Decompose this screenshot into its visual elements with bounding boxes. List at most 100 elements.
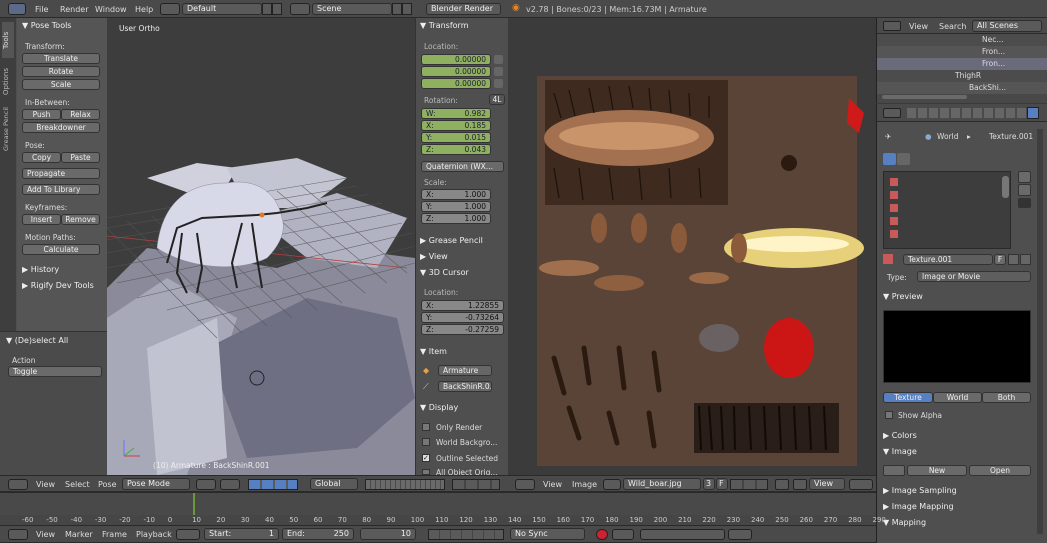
- outliner-row[interactable]: Nec...: [877, 34, 1047, 46]
- menu-window[interactable]: Window: [95, 5, 127, 14]
- menu-help[interactable]: Help: [135, 5, 153, 14]
- grease-pencil-panel[interactable]: ▶ Grease Pencil: [420, 236, 483, 245]
- rotation-mode-dropdown[interactable]: Quaternion (WX...: [421, 161, 504, 172]
- scale-button[interactable]: Scale: [22, 79, 100, 90]
- transform-orientation-dropdown[interactable]: Global: [310, 478, 358, 490]
- timeline-area[interactable]: [0, 493, 876, 515]
- paste-pose-button[interactable]: Paste: [61, 152, 100, 163]
- editor-type-icon[interactable]: [8, 3, 26, 15]
- 3d-select-menu[interactable]: Select: [65, 480, 90, 489]
- scale-y-field[interactable]: Y: 1.000: [421, 201, 491, 212]
- timeline-view-menu[interactable]: View: [36, 530, 55, 539]
- rigify-panel[interactable]: ▶ Rigify Dev Tools: [22, 281, 94, 290]
- outliner-scrollbar[interactable]: [882, 95, 967, 99]
- layer-buttons[interactable]: [365, 479, 445, 490]
- preview-panel[interactable]: ▼ Preview: [883, 292, 923, 301]
- start-frame-field[interactable]: Start: 1: [204, 528, 279, 540]
- slot-menu-icon[interactable]: [1018, 198, 1031, 208]
- transform-panel-header[interactable]: ▼ Transform: [420, 21, 469, 30]
- open-image-button[interactable]: Open: [969, 465, 1031, 476]
- keying-set-field[interactable]: [640, 529, 725, 540]
- menu-file[interactable]: File: [35, 5, 48, 14]
- preview-tab-both[interactable]: Both: [982, 392, 1031, 403]
- world-background-checkbox[interactable]: [422, 438, 430, 446]
- copy-pose-button[interactable]: Copy: [22, 152, 61, 163]
- texture-name-field[interactable]: Texture.001: [903, 254, 993, 265]
- image-sampling-panel[interactable]: ▶ Image Sampling: [883, 486, 957, 495]
- remove-keyframe-button[interactable]: Remove: [61, 214, 100, 225]
- 3d-viewport[interactable]: User Ortho (10) Armature : BackShinR.001: [107, 18, 415, 475]
- outliner-search-menu[interactable]: Search: [939, 22, 966, 31]
- loc-z-field[interactable]: 0.00000: [421, 78, 491, 89]
- unlink-texture-icon[interactable]: [1020, 254, 1031, 265]
- tab-options[interactable]: Options: [2, 62, 14, 100]
- tab-grease-pencil[interactable]: Grease Pencil: [2, 104, 14, 154]
- timeline-marker-menu[interactable]: Marker: [65, 530, 93, 539]
- properties-editor-icon[interactable]: [883, 108, 901, 118]
- other-texture-type-icon[interactable]: [897, 153, 910, 165]
- insert-key-icons[interactable]: [728, 529, 752, 540]
- layout-remove-icon[interactable]: [272, 3, 282, 15]
- image-view-menu[interactable]: View: [543, 480, 562, 489]
- preview-range-icon[interactable]: [176, 529, 200, 540]
- shading-icon[interactable]: [196, 479, 216, 490]
- fake-user-button[interactable]: F: [994, 254, 1006, 265]
- slot-up-icon[interactable]: [1018, 171, 1031, 183]
- propagate-button[interactable]: Propagate: [22, 168, 100, 179]
- playback-controls[interactable]: [428, 529, 504, 540]
- lock-loc-y-icon[interactable]: [494, 67, 503, 76]
- rot-x-field[interactable]: X: 0.185: [421, 120, 491, 131]
- action-dropdown[interactable]: Toggle: [8, 366, 102, 377]
- scene-remove-icon[interactable]: [402, 3, 412, 15]
- show-alpha-checkbox[interactable]: [885, 411, 893, 419]
- new-texture-icon[interactable]: [1008, 254, 1019, 265]
- channels-icon[interactable]: [849, 479, 873, 490]
- tab-tools[interactable]: Tools: [2, 22, 14, 58]
- cursor-z-field[interactable]: Z: -0.27259: [421, 324, 504, 335]
- push-button[interactable]: Push: [22, 109, 61, 120]
- timeline-editor-type-icon[interactable]: [8, 529, 28, 540]
- colors-panel[interactable]: ▶ Colors: [883, 431, 917, 440]
- scene-icon[interactable]: [290, 3, 310, 15]
- operator-title[interactable]: ▼ (De)select All: [6, 336, 68, 345]
- record-icon[interactable]: [596, 529, 608, 540]
- texture-slot-list[interactable]: [883, 171, 1011, 249]
- snap-icons[interactable]: [452, 479, 500, 490]
- relax-button[interactable]: Relax: [61, 109, 100, 120]
- calculate-button[interactable]: Calculate: [22, 244, 100, 255]
- layout-add-icon[interactable]: [262, 3, 272, 15]
- loc-x-field[interactable]: 0.00000: [421, 54, 491, 65]
- only-render-checkbox[interactable]: [422, 423, 430, 431]
- add-to-library-button[interactable]: Add To Library: [22, 184, 100, 195]
- scene-selector[interactable]: Scene: [312, 3, 392, 15]
- outliner-row[interactable]: ThighR: [877, 70, 1047, 82]
- current-frame-marker[interactable]: [193, 493, 195, 515]
- lock-loc-x-icon[interactable]: [494, 55, 503, 64]
- rot-w-field[interactable]: W: 0.982: [421, 108, 491, 119]
- image-image-menu[interactable]: Image: [572, 480, 597, 489]
- bone-name-field[interactable]: BackShinR.0...: [438, 381, 492, 392]
- image-action-icons[interactable]: [730, 479, 768, 490]
- menu-render[interactable]: Render: [60, 5, 88, 14]
- display-mode-icon[interactable]: [793, 479, 807, 490]
- breakdowner-button[interactable]: Breakdowner: [22, 122, 100, 133]
- image-mode-dropdown[interactable]: View: [809, 478, 845, 490]
- item-panel[interactable]: ▼ Item: [420, 347, 447, 356]
- rot-y-field[interactable]: Y: 0.015: [421, 132, 491, 143]
- image-browse-header-icon[interactable]: [603, 479, 621, 490]
- timeline[interactable]: -60 -50 -40 -30 -20 -10 0 10 20 30 40 50 60 70 80 90 100…: [0, 492, 886, 525]
- layout-icon[interactable]: [160, 3, 180, 15]
- texture-context-icon[interactable]: [1027, 107, 1039, 119]
- render-engine-selector[interactable]: Blender Render: [426, 3, 501, 15]
- world-texture-type-icon[interactable]: [883, 153, 896, 165]
- 3d-view-menu[interactable]: View: [36, 480, 55, 489]
- scale-z-field[interactable]: Z: 1.000: [421, 213, 491, 224]
- pin-icon[interactable]: ✈: [885, 132, 891, 141]
- outliner-view-menu[interactable]: View: [909, 22, 928, 31]
- image-panel[interactable]: ▼ Image: [883, 447, 917, 456]
- properties-scrollbar[interactable]: [1037, 129, 1043, 534]
- sync-mode-dropdown[interactable]: No Sync: [510, 528, 585, 540]
- insert-keyframe-button[interactable]: Insert: [22, 214, 61, 225]
- preview-tab-texture[interactable]: Texture: [883, 392, 933, 403]
- manipulator-icons[interactable]: [248, 479, 298, 490]
